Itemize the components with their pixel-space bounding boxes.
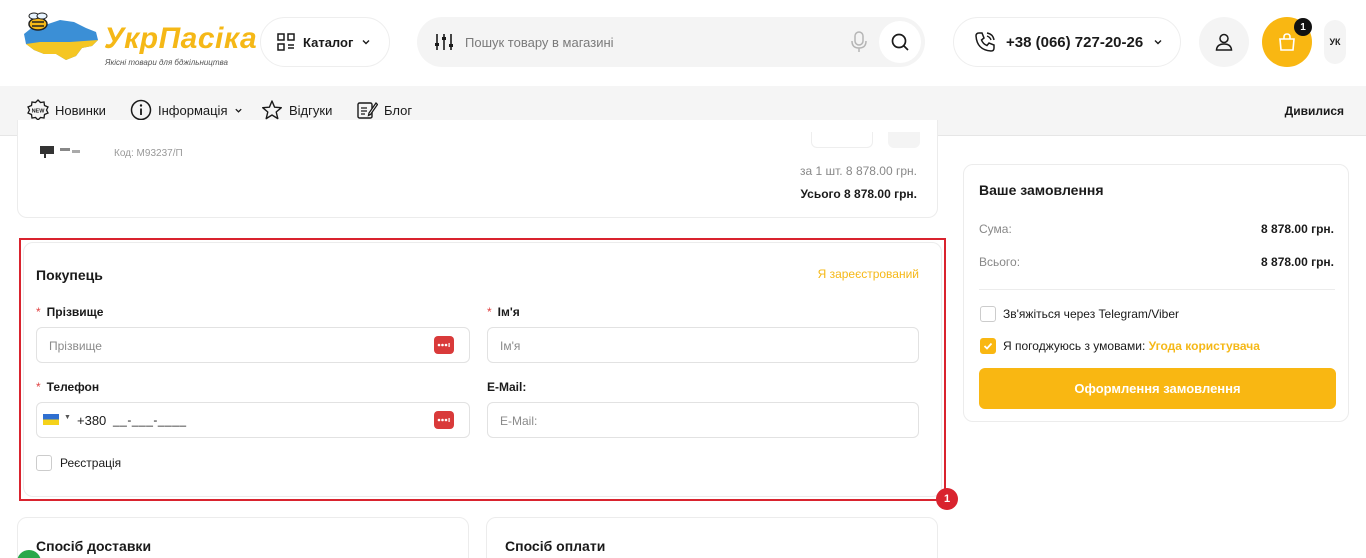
surname-label-text: Прізвище bbox=[46, 305, 104, 319]
autofill-dots-button[interactable] bbox=[434, 336, 454, 354]
filter-sliders-icon[interactable] bbox=[433, 31, 455, 53]
telegram-contact-checkbox[interactable] bbox=[980, 306, 996, 322]
ukraine-flag-icon[interactable] bbox=[43, 414, 59, 425]
order-title: Ваше замовлення bbox=[979, 182, 1104, 198]
phone-label-text: Телефон bbox=[46, 380, 100, 394]
catalog-label: Каталог bbox=[303, 34, 354, 50]
agree-terms-label: Я погоджуюсь з умовами: Угода користувач… bbox=[1003, 339, 1260, 353]
agree-terms-text: Я погоджуюсь з умовами: bbox=[1003, 339, 1146, 353]
sum-label: Сума: bbox=[979, 222, 1012, 236]
surname-field bbox=[36, 327, 470, 363]
search-button[interactable] bbox=[879, 21, 921, 63]
nav-item-blog[interactable]: Блог bbox=[356, 99, 412, 121]
name-input[interactable] bbox=[500, 337, 860, 355]
phone-field: ▼ +380 __-___-____ bbox=[36, 402, 470, 438]
nav-label-info: Інформація bbox=[158, 102, 228, 118]
logo-text: УкрПасіка bbox=[104, 22, 258, 55]
phone-input[interactable]: __-___-____ bbox=[113, 413, 187, 427]
cart-product-card: Код: М93237/П за 1 шт. 8 878.00 грн. Усь… bbox=[17, 120, 938, 218]
svg-text:NEW: NEW bbox=[32, 109, 46, 115]
nav-item-new[interactable]: NEW Новинки bbox=[27, 99, 106, 121]
delivery-title: Спосіб доставки bbox=[36, 538, 152, 554]
required-asterisk: * bbox=[36, 305, 41, 319]
product-total-price: Усього 8 878.00 грн. bbox=[800, 187, 917, 201]
nav-label-blog: Блог bbox=[384, 102, 413, 118]
name-label-text: Ім'я bbox=[497, 305, 520, 319]
required-asterisk: * bbox=[487, 305, 492, 319]
more-dots-icon bbox=[437, 418, 450, 422]
new-badge-icon: NEW bbox=[27, 99, 49, 121]
total-label: Всього: bbox=[979, 255, 1021, 269]
email-input[interactable] bbox=[500, 412, 860, 430]
surname-input[interactable] bbox=[49, 337, 409, 355]
account-button[interactable] bbox=[1199, 17, 1249, 67]
telegram-contact-label[interactable]: Зв'яжіться через Telegram/Viber bbox=[1003, 307, 1179, 321]
recently-viewed-link[interactable]: Дивилися bbox=[1285, 104, 1344, 118]
email-field bbox=[487, 402, 919, 438]
nav-label-new: Новинки bbox=[55, 102, 106, 118]
phone-label: * Телефон bbox=[36, 380, 99, 394]
surname-label: * Прізвище bbox=[36, 305, 103, 319]
delivery-section: Спосіб доставки bbox=[17, 517, 469, 558]
registration-checkbox[interactable] bbox=[36, 455, 52, 471]
required-asterisk: * bbox=[36, 380, 41, 394]
quantity-field[interactable] bbox=[811, 132, 873, 148]
registration-label[interactable]: Реєстрація bbox=[60, 456, 121, 470]
more-dots-icon bbox=[437, 343, 450, 347]
country-dropdown-caret-icon[interactable]: ▼ bbox=[64, 414, 71, 421]
buyer-section: Покупець Я зареєстрований * Прізвище * Ім'… bbox=[23, 242, 942, 497]
product-code: Код: М93237/П bbox=[114, 148, 183, 159]
unit-price: за 1 шт. 8 878.00 грн. bbox=[799, 164, 917, 178]
agree-terms-checkbox[interactable] bbox=[980, 338, 996, 354]
ukraine-map-logo-icon bbox=[24, 12, 98, 60]
payment-section: Спосіб оплати bbox=[486, 517, 938, 558]
phone-icon bbox=[975, 32, 995, 52]
blog-icon bbox=[357, 101, 378, 119]
phone-number: +38 (066) 727-20-26 bbox=[1006, 33, 1144, 51]
name-label: * Ім'я bbox=[487, 305, 520, 319]
chevron-down-icon bbox=[234, 108, 242, 113]
payment-title: Спосіб оплати bbox=[505, 538, 606, 554]
user-agreement-link[interactable]: Угода користувача bbox=[1149, 339, 1260, 353]
shopping-bag-icon bbox=[1279, 33, 1295, 51]
search-bar bbox=[417, 17, 925, 67]
nav-item-reviews[interactable]: Відгуки bbox=[261, 99, 332, 121]
total-value: 8 878.00 грн. bbox=[1261, 255, 1334, 269]
place-order-button[interactable]: Оформлення замовлення bbox=[979, 368, 1336, 409]
nav-label-reviews: Відгуки bbox=[289, 102, 333, 118]
chevron-down-icon bbox=[362, 40, 370, 45]
user-icon bbox=[1215, 33, 1233, 51]
catalog-button[interactable]: Каталог bbox=[260, 17, 390, 67]
language-switcher[interactable]: УК bbox=[1324, 20, 1346, 64]
header: УкрПасіка Якісні товари для бджільництва… bbox=[0, 0, 1366, 86]
cart-count-badge: 1 bbox=[1294, 18, 1312, 36]
star-icon bbox=[262, 100, 282, 120]
logo[interactable]: УкрПасіка Якісні товари для бджільництва bbox=[20, 10, 257, 70]
error-count-badge: 1 bbox=[936, 488, 958, 510]
email-label: E-Mail: bbox=[487, 380, 527, 394]
sum-value: 8 878.00 грн. bbox=[1261, 222, 1334, 236]
search-icon bbox=[891, 33, 909, 51]
info-icon bbox=[130, 99, 152, 121]
divider bbox=[979, 289, 1335, 290]
order-summary: Ваше замовлення Сума: 8 878.00 грн. Всьо… bbox=[963, 164, 1349, 422]
phone-prefix: +380 bbox=[77, 413, 107, 428]
phone-dropdown[interactable]: +38 (066) 727-20-26 bbox=[953, 17, 1181, 67]
product-thumbnail[interactable] bbox=[38, 136, 82, 158]
chevron-down-icon bbox=[1154, 40, 1162, 45]
already-registered-link[interactable]: Я зареєстрований bbox=[818, 267, 919, 281]
buyer-title: Покупець bbox=[36, 267, 103, 283]
logo-subtitle: Якісні товари для бджільництва bbox=[105, 58, 228, 67]
remove-product-button[interactable] bbox=[888, 132, 920, 148]
autofill-dots-button[interactable] bbox=[434, 411, 454, 429]
microphone-icon[interactable] bbox=[851, 31, 867, 53]
search-input[interactable] bbox=[465, 29, 835, 55]
checkmark-icon bbox=[983, 342, 993, 350]
name-field bbox=[487, 327, 919, 363]
nav-item-info[interactable]: Інформація bbox=[130, 99, 243, 121]
catalog-grid-icon bbox=[277, 33, 295, 51]
